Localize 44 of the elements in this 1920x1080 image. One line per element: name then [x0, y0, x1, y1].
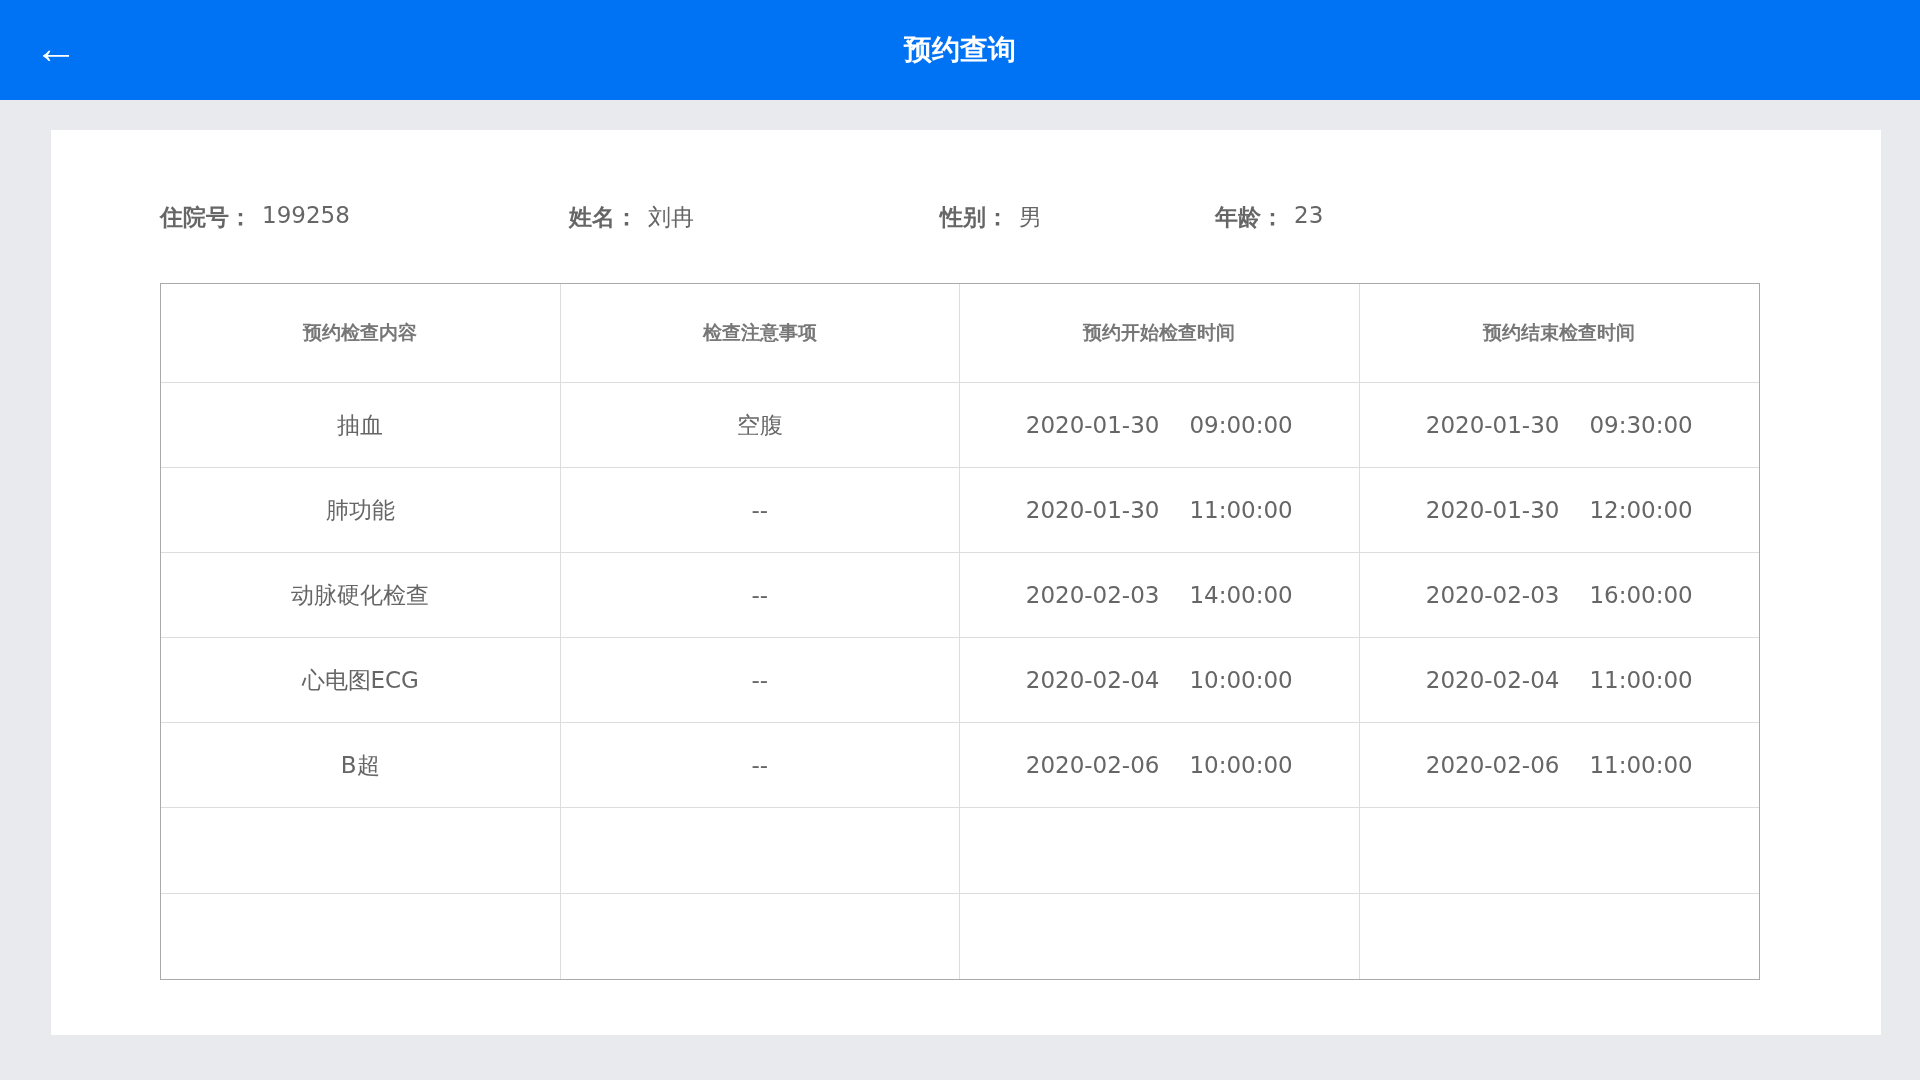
- field-label: 住院号：: [160, 203, 252, 232]
- column-header: 检查注意事项: [560, 284, 960, 383]
- time-text: 11:00:00: [1189, 497, 1293, 523]
- field-label: 性别：: [940, 203, 1009, 232]
- table-cell: B超: [161, 723, 561, 807]
- date-text: 2020-02-06: [1425, 752, 1560, 778]
- date-text: 2020-02-04: [1025, 667, 1160, 693]
- time-text: 10:00:00: [1189, 667, 1293, 693]
- table-cell: 肺功能: [161, 468, 561, 553]
- date-text: 2020-02-06: [1025, 752, 1160, 778]
- field-value: 199258: [262, 202, 350, 230]
- table-cell: 空腹: [560, 383, 960, 468]
- date-text: 2020-01-30: [1025, 497, 1160, 523]
- time-text: 09:30:00: [1589, 412, 1693, 438]
- date-text: 2020-01-30: [1425, 497, 1560, 523]
- time-text: 11:00:00: [1589, 752, 1693, 778]
- field-value: 23: [1294, 202, 1324, 230]
- date-text: 2020-02-03: [1425, 582, 1560, 608]
- table-cell: --: [560, 553, 960, 638]
- table-cell: 心电图ECG: [161, 638, 561, 723]
- time-text: 16:00:00: [1589, 582, 1693, 608]
- column-header: 预约检查内容: [161, 284, 561, 383]
- date-text: 2020-02-03: [1025, 582, 1160, 608]
- table-cell: --: [560, 723, 960, 807]
- field-label: 年龄：: [1215, 203, 1284, 232]
- time-text: 10:00:00: [1189, 752, 1293, 778]
- table-cell: 动脉硬化检查: [161, 553, 561, 638]
- page-title: 预约查询: [904, 32, 1016, 68]
- date-text: 2020-01-30: [1025, 412, 1160, 438]
- time-text: 09:00:00: [1189, 412, 1293, 438]
- date-text: 2020-01-30: [1425, 412, 1560, 438]
- time-text: 12:00:00: [1589, 497, 1693, 523]
- field-value: 刘冉: [648, 203, 694, 232]
- column-header: 预约开始检查时间: [960, 284, 1360, 383]
- field-label: 姓名：: [569, 203, 638, 232]
- date-text: 2020-02-04: [1425, 667, 1560, 693]
- back-button[interactable]: ←: [30, 26, 82, 70]
- table-cell: --: [560, 468, 960, 553]
- time-text: 11:00:00: [1589, 667, 1693, 693]
- table-cell: 抽血: [161, 383, 561, 468]
- field-value: 男: [1019, 203, 1042, 232]
- column-header: 预约结束检查时间: [1359, 284, 1759, 383]
- table-cell: --: [560, 638, 960, 723]
- time-text: 14:00:00: [1189, 582, 1293, 608]
